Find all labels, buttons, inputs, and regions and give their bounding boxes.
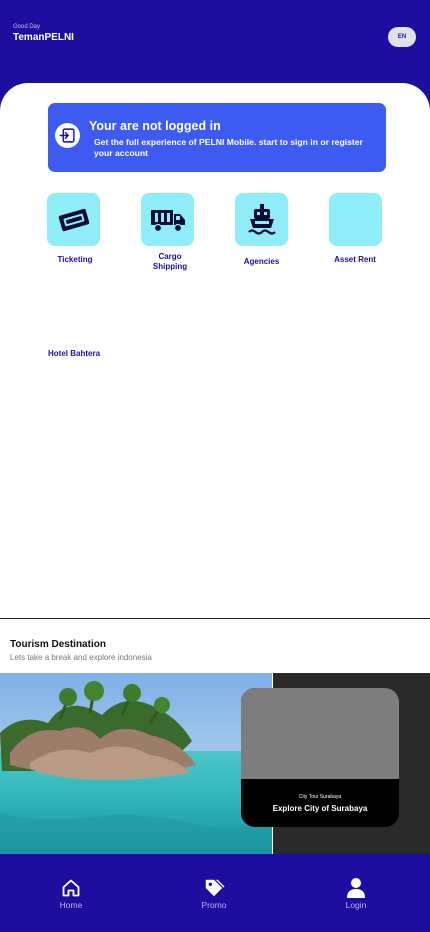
menu-hotel-bahtera-label[interactable]: Hotel Bahtera [48, 349, 100, 358]
destination-card-title: Explore City of Surabaya [272, 804, 368, 813]
login-banner-subtitle: Get the full experience of PELNI Mobile.… [94, 137, 363, 158]
nav-promo[interactable]: Promo [164, 854, 264, 932]
menu-asset-rent-button[interactable] [329, 193, 382, 246]
nav-promo-label: Promo [201, 900, 227, 910]
tourism-title: Tourism Destination [10, 639, 106, 650]
menu-ticketing-label[interactable]: Ticketing [47, 255, 103, 265]
ship-icon [247, 203, 276, 235]
ticket-icon [58, 208, 89, 231]
tourism-section: Tourism Destination Lets take a break an… [0, 619, 430, 854]
home-icon [59, 876, 83, 900]
nav-login[interactable]: Login [306, 854, 406, 932]
nav-home[interactable]: Home [21, 854, 121, 932]
menu-ticketing-button[interactable] [47, 193, 100, 246]
destination-island-image[interactable] [0, 673, 272, 854]
menu-cargo-button[interactable] [141, 193, 194, 246]
menu-asset-rent-label[interactable]: Asset Rent [327, 255, 383, 265]
login-banner-title: Your are not logged in [89, 119, 221, 133]
nav-login-label: Login [345, 900, 367, 910]
user-icon [344, 876, 368, 900]
destination-card[interactable]: City Tour Surabaya Explore City of Surab… [241, 688, 399, 827]
nav-home-label: Home [59, 900, 83, 910]
tag-icon [202, 876, 226, 900]
destination-card-kicker: City Tour Surabaya [298, 794, 342, 800]
bottom-navigation: Home Promo Login [0, 854, 430, 932]
tourism-subtitle: Lets take a break and explore indonesia [10, 653, 152, 662]
language-toggle-button[interactable]: EN [388, 27, 416, 47]
greeting-text: Good Day [13, 24, 41, 30]
destination-card-image [241, 688, 399, 779]
menu-cargo-label[interactable]: Cargo Shipping [141, 252, 199, 272]
truck-icon [150, 209, 185, 232]
login-banner[interactable]: Your are not logged in Get the full expe… [48, 103, 386, 172]
menu-agencies-button[interactable] [235, 193, 288, 246]
brand-name: TemanPELNI [13, 32, 74, 43]
login-icon [55, 123, 80, 148]
menu-agencies-label[interactable]: Agencies [235, 257, 288, 267]
